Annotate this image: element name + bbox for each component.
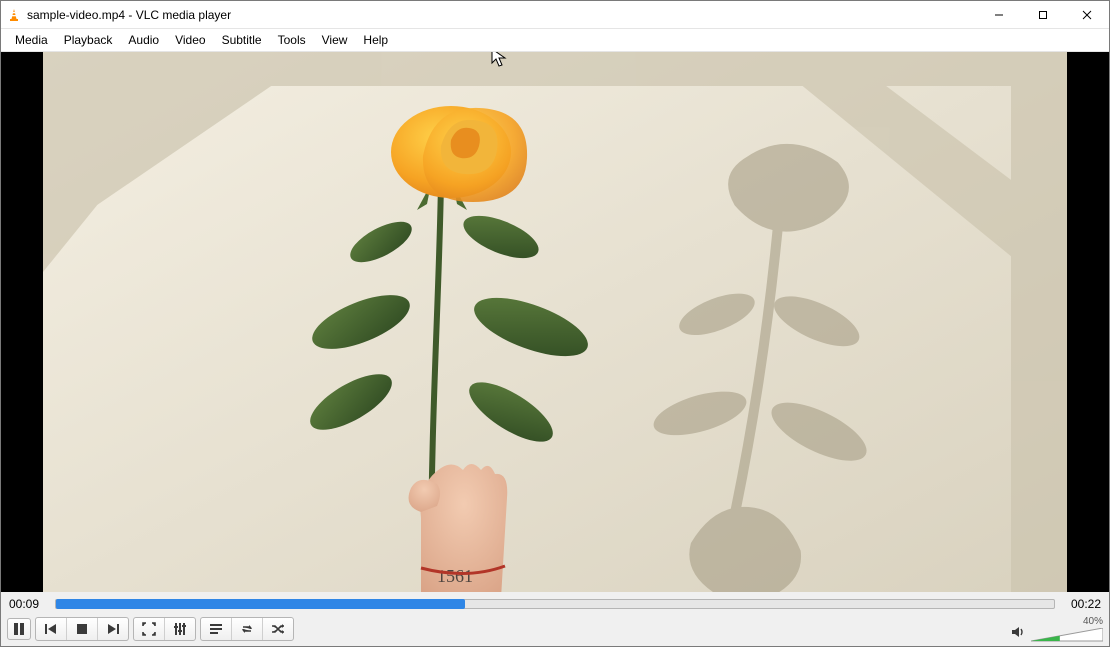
skip-previous-icon [44, 622, 58, 636]
seek-row: 00:09 00:22 [1, 592, 1109, 616]
title-bar: sample-video.mp4 - VLC media player [1, 1, 1109, 29]
stop-icon [75, 622, 89, 636]
fullscreen-icon [142, 622, 156, 636]
menu-view[interactable]: View [314, 31, 356, 49]
svg-text:1561: 1561 [437, 566, 473, 586]
shuffle-icon [271, 622, 285, 636]
speaker-icon[interactable] [1011, 625, 1025, 642]
vlc-cone-icon [7, 8, 21, 22]
volume-slider[interactable] [1031, 628, 1103, 642]
close-button[interactable] [1065, 1, 1109, 29]
playlist-button[interactable] [201, 618, 232, 640]
menu-playback[interactable]: Playback [56, 31, 121, 49]
pause-icon [12, 622, 26, 636]
loop-icon [240, 622, 254, 636]
volume-block: 40% [1011, 617, 1103, 642]
fullscreen-button[interactable] [134, 618, 165, 640]
loop-button[interactable] [232, 618, 263, 640]
menu-bar: Media Playback Audio Video Subtitle Tool… [1, 29, 1109, 52]
stop-button[interactable] [67, 618, 98, 640]
previous-button[interactable] [36, 618, 67, 640]
minimize-button[interactable] [977, 1, 1021, 29]
shuffle-button[interactable] [263, 618, 293, 640]
maximize-button[interactable] [1021, 1, 1065, 29]
seek-slider[interactable] [55, 599, 1055, 609]
mouse-cursor-icon [491, 52, 507, 68]
nav-group [35, 617, 129, 641]
extended-settings-button[interactable] [165, 618, 195, 640]
menu-tools[interactable]: Tools [270, 31, 314, 49]
controls-row: 40% [1, 616, 1109, 646]
view-group [133, 617, 196, 641]
volume-percent: 40% [1083, 617, 1103, 627]
video-area[interactable]: 1561 [1, 52, 1109, 592]
menu-media[interactable]: Media [7, 31, 56, 49]
menu-video[interactable]: Video [167, 31, 213, 49]
window-title: sample-video.mp4 - VLC media player [27, 8, 231, 22]
list-group [200, 617, 294, 641]
video-frame: 1561 [1, 52, 1109, 592]
menu-subtitle[interactable]: Subtitle [214, 31, 270, 49]
menu-audio[interactable]: Audio [120, 31, 167, 49]
menu-help[interactable]: Help [355, 31, 396, 49]
total-time[interactable]: 00:22 [1063, 597, 1101, 611]
skip-next-icon [106, 622, 120, 636]
seek-progress [56, 599, 465, 609]
next-button[interactable] [98, 618, 128, 640]
play-pause-button[interactable] [7, 618, 31, 640]
playlist-icon [209, 622, 223, 636]
elapsed-time[interactable]: 00:09 [9, 597, 47, 611]
equalizer-icon [173, 622, 187, 636]
